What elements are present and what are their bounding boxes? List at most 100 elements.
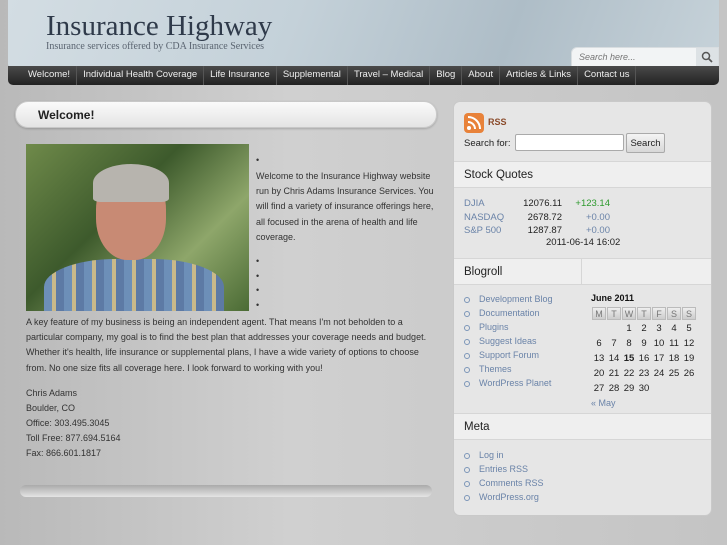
blogroll-item[interactable]: Themes [464,362,553,376]
stock-value: 1287.87 [527,225,562,236]
calendar-day: 9 [641,337,647,349]
meta-item[interactable]: Log in [464,448,544,462]
blogroll-item[interactable]: Development Blog [464,292,553,306]
blogroll-link[interactable]: Support Forum [479,348,539,362]
content-footer [20,485,432,497]
calendar-day: 23 [638,367,650,379]
calendar-day: 30 [638,382,650,394]
blogroll-item[interactable]: Documentation [464,306,553,320]
main-nav: Welcome! Individual Health Coverage Life I… [8,66,719,85]
calendar-day-header: W [622,307,636,320]
header-search [571,47,719,67]
blogroll-item[interactable]: Suggest Ideas [464,334,553,348]
stock-name[interactable]: DJIA [464,197,514,211]
calendar-day-header: F [652,307,666,320]
calendar-day: 25 [668,367,680,379]
search-label: Search for: [464,138,511,149]
calendar-prev-link[interactable]: « May [591,398,697,408]
stock-timestamp: 2011-06-14 16:02 [546,237,621,248]
contact-line: Office: 303.495.3045 [26,418,110,428]
site-title[interactable]: Insurance Highway [46,10,272,43]
rss-icon[interactable] [464,113,484,133]
rss-link[interactable]: RSS [488,117,507,127]
calendar-day: 7 [611,337,617,349]
bullet-circle-icon [464,352,470,359]
calendar-day: 3 [656,322,662,334]
calendar-day: 19 [683,352,695,364]
meta-item[interactable]: WordPress.org [464,490,544,504]
bullet-circle-icon [464,310,470,317]
bullet-circle-icon [464,494,470,501]
contact-line: Toll Free: 877.694.5164 [26,433,121,443]
meta-link[interactable]: Entries RSS [479,462,528,476]
blogroll-link[interactable]: Plugins [479,320,509,334]
sidebar: RSS Search for: Search Stock Quotes DJIA… [453,101,712,516]
blogroll-link[interactable]: Development Blog [479,292,553,306]
search-icon[interactable] [696,48,718,66]
calendar-day: 29 [623,382,635,394]
contact-info: Chris Adams Boulder, CO Office: 303.495.30… [26,386,121,461]
meta-item[interactable]: Entries RSS [464,462,544,476]
bullet-circle-icon [464,380,470,387]
stock-row: DJIA 12076.11 +123.14 [464,197,610,211]
nav-item-1[interactable]: Individual Health Coverage [77,66,205,85]
profile-photo [26,144,249,311]
blogroll-link[interactable]: Documentation [479,306,540,320]
intro-text: Welcome to the Insurance Highway website… [256,171,434,242]
calendar-day: 22 [623,367,635,379]
bullet-circle-icon [464,466,470,473]
stock-name[interactable]: NASDAQ [464,211,514,225]
meta-link[interactable]: WordPress.org [479,490,539,504]
stock-quotes: DJIA 12076.11 +123.14 NASDAQ 2678.72 +0.00 S&P… [464,197,610,238]
calendar-day-header: S [682,307,696,320]
stock-name[interactable]: S&P 500 [464,224,514,238]
blogroll-link[interactable]: Suggest Ideas [479,334,537,348]
bullet-circle-icon [464,338,470,345]
calendar-day: 10 [653,337,665,349]
blogroll-item[interactable]: Plugins [464,320,553,334]
nav-item-3[interactable]: Supplemental [277,66,348,85]
meta-item[interactable]: Comments RSS [464,476,544,490]
blogroll-item[interactable]: WordPress Planet [464,376,553,390]
meta-link[interactable]: Log in [479,448,504,462]
nav-item-0[interactable]: Welcome! [22,66,78,85]
meta-link[interactable]: Comments RSS [479,476,544,490]
calendar-day: 4 [671,322,677,334]
nav-item-8[interactable]: Contact us [578,66,637,85]
nav-item-6[interactable]: About [462,66,501,85]
contact-line: Chris Adams [26,388,78,398]
calendar-day [607,321,621,335]
blogroll-item[interactable]: Support Forum [464,348,553,362]
calendar: June 2011 M T W T F S S 1 2 3 4 5 6 7 8 9 10 11 12 13 14 15 16… [591,293,697,408]
calendar-day-header: S [667,307,681,320]
nav-item-4[interactable]: Travel – Medical [348,66,431,85]
calendar-day [652,381,666,395]
page-title-bar: Welcome! [15,101,437,128]
contact-line: Fax: 866.601.1817 [26,448,102,458]
stock-row: S&P 500 1287.87 +0.00 [464,224,610,238]
blogroll-link[interactable]: WordPress Planet [479,376,551,390]
calendar-day: 5 [686,322,692,334]
calendar-day: 18 [668,352,680,364]
calendar-day: 8 [626,337,632,349]
nav-item-5[interactable]: Blog [430,66,463,85]
blogroll-link[interactable]: Themes [479,362,512,376]
calendar-day-header: M [592,307,606,320]
calendar-day: 14 [608,352,620,364]
body-paragraph: A key feature of my business is being an… [26,317,427,373]
calendar-day: 13 [593,352,605,364]
calendar-day-header: T [607,307,621,320]
bullet-circle-icon [464,366,470,373]
nav-item-7[interactable]: Articles & Links [500,66,579,85]
nav-item-2[interactable]: Life Insurance [204,66,277,85]
sidebar-search-button[interactable]: Search [626,133,665,153]
blogroll-title: Blogroll [464,266,503,278]
header-search-input[interactable] [572,48,692,66]
blogroll-list: Development Blog Documentation Plugins Sugg… [464,292,553,390]
sidebar-search-input[interactable] [515,134,624,151]
calendar-day: 16 [638,352,650,364]
calendar-day: 2 [641,322,647,334]
calendar-day: 15 [623,352,635,364]
bullet-circle-icon [464,296,470,303]
blogroll-heading: Blogroll [454,258,711,285]
